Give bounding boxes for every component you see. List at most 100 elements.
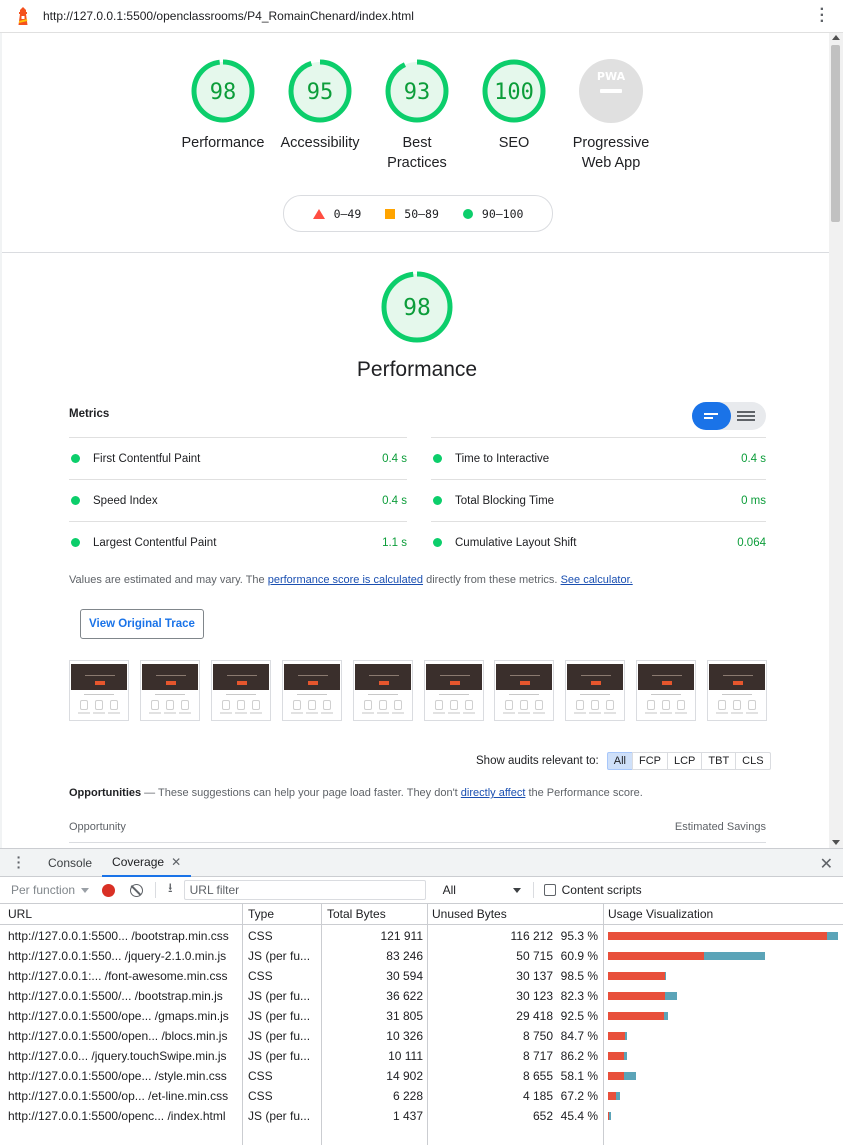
table-row[interactable]: http://127.0.0.1:5500/ope... /style.min.… <box>0 1066 843 1086</box>
square-icon <box>385 208 396 219</box>
filter-chip-tbt[interactable]: TBT <box>701 752 737 770</box>
usage-bar <box>608 932 838 940</box>
usage-bar-used <box>609 1112 611 1120</box>
type-filter-label: All <box>442 883 456 897</box>
opportunity-column: Opportunity <box>69 821 126 833</box>
category-label: Progressive Web App <box>572 135 650 171</box>
record-icon[interactable] <box>102 883 116 897</box>
header-url[interactable]: URL <box>8 907 32 921</box>
table-header: URL Type Total Bytes Unused Bytes Usage … <box>0 904 843 925</box>
note-text: Values are estimated and may vary. The <box>69 574 268 586</box>
score-calculated-link[interactable]: performance score is calculated <box>268 574 423 586</box>
tab-coverage[interactable]: Coverage ✕ <box>102 849 192 877</box>
coverage-mode-select[interactable]: Per function <box>11 883 90 897</box>
filmstrip-frame <box>140 660 200 721</box>
filter-chip-lcp[interactable]: LCP <box>666 752 703 770</box>
table-row[interactable]: http://127.0.0.1:5500... /bootstrap.min.… <box>0 926 843 946</box>
more-options-icon[interactable]: · · · <box>820 2 825 30</box>
drawer-menu-icon[interactable]: · · · <box>16 850 22 874</box>
category-gauge[interactable]: 100 SEO <box>464 58 564 153</box>
cell-url: http://127.0.0.1:5500/open... /blocs.min… <box>8 1029 228 1043</box>
content-scripts-checkbox[interactable] <box>543 884 556 896</box>
table-row[interactable]: http://127.0.0... /jquery.touchSwipe.min… <box>0 1046 843 1066</box>
compact-view-button[interactable] <box>692 402 731 430</box>
filmstrip <box>69 660 767 722</box>
filmstrip-frame <box>211 660 271 721</box>
usage-bar <box>608 1092 620 1100</box>
filmstrip-frame <box>494 660 554 721</box>
scroll-up-icon[interactable] <box>832 35 840 40</box>
usage-bar-unused <box>608 1072 625 1080</box>
scrollbar-thumb[interactable] <box>831 45 840 222</box>
metrics-heading: Metrics <box>69 408 110 420</box>
cell-unused-percent: 82.3 % <box>560 989 598 1003</box>
category-gauge[interactable]: 98 Performance <box>173 58 273 153</box>
address-bar: http://127.0.0.1:5500/openclassrooms/P4_… <box>0 0 843 33</box>
category-gauge[interactable]: PWA Progressive Web App <box>561 58 661 173</box>
filter-chip-all[interactable]: All <box>606 752 633 770</box>
usage-bar <box>608 1032 628 1040</box>
tab-console-label: Console <box>48 855 93 870</box>
scroll-down-icon[interactable] <box>832 840 840 845</box>
legend-average-label: 50–89 <box>404 206 439 221</box>
url-filter-input[interactable]: URL filter <box>183 880 426 900</box>
cell-unused: 8 717 <box>522 1049 553 1063</box>
see-calculator-link[interactable]: See calculator. <box>561 574 633 586</box>
metric-value: 1.1 s <box>382 536 407 549</box>
metric-row: Speed Index 0.4 s <box>69 479 407 521</box>
header-type[interactable]: Type <box>248 907 274 921</box>
table-row[interactable]: http://127.0.0.1:5500/open... /blocs.min… <box>0 1026 843 1046</box>
usage-bar <box>608 1052 628 1060</box>
close-tab-icon[interactable]: ✕ <box>171 855 181 869</box>
header-unused-bytes[interactable]: Unused Bytes <box>432 907 507 921</box>
usage-bar <box>608 992 678 1000</box>
score-ring: 93 <box>385 59 449 123</box>
tab-coverage-label: Coverage <box>112 854 165 869</box>
cell-unused-percent: 60.9 % <box>560 949 598 963</box>
filmstrip-frame <box>282 660 342 721</box>
cell-url: http://127.0.0.1:5500/... /bootstrap.min… <box>8 989 223 1003</box>
table-row[interactable]: http://127.0.0.1:550... /jquery-2.1.0.mi… <box>0 946 843 966</box>
cell-unused: 30 137 <box>516 969 553 983</box>
clear-icon[interactable] <box>130 883 144 897</box>
cell-unused-percent: 95.3 % <box>560 929 598 943</box>
metric-name: Cumulative Layout Shift <box>455 536 577 549</box>
export-icon[interactable]: ⭳ <box>168 879 173 901</box>
toolbar-separator <box>532 882 534 898</box>
category-gauge[interactable]: 95 Accessibility <box>270 58 370 153</box>
cell-unused: 4 185 <box>522 1089 553 1103</box>
metrics-view-toggle[interactable] <box>692 402 766 430</box>
usage-bar-used <box>703 952 766 960</box>
report-scrollbar[interactable] <box>829 33 843 848</box>
opportunities-dash: — <box>141 787 159 799</box>
table-row[interactable]: http://127.0.0.1:5500/ope... /gmaps.min.… <box>0 1006 843 1026</box>
pwa-badge: PWA <box>597 70 626 83</box>
metric-value: 0.4 s <box>382 452 407 465</box>
header-usage-visualization[interactable]: Usage Visualization <box>608 907 713 921</box>
tab-console[interactable]: Console <box>38 849 102 877</box>
cell-unused: 116 212 <box>510 929 554 943</box>
table-row[interactable]: http://127.0.0.1:5500/openc... /index.ht… <box>0 1106 843 1126</box>
table-row[interactable]: http://127.0.0.1:5500/... /bootstrap.min… <box>0 986 843 1006</box>
page-url[interactable]: http://127.0.0.1:5500/openclassrooms/P4_… <box>43 9 414 23</box>
table-row[interactable]: http://127.0.0.1:... /font-awesome.min.c… <box>0 966 843 986</box>
usage-bar-used <box>827 932 838 940</box>
close-drawer-icon[interactable]: ✕ <box>820 854 833 874</box>
category-score: 100 <box>494 80 534 105</box>
cell-total: 10 326 <box>386 1029 423 1043</box>
table-row[interactable]: http://127.0.0.1:5500/op... /et-line.min… <box>0 1086 843 1106</box>
directly-affect-link[interactable]: directly affect <box>461 787 526 799</box>
filter-chip-fcp[interactable]: FCP <box>631 752 668 770</box>
metric-name: Speed Index <box>93 494 158 507</box>
cell-type: JS (per fu... <box>248 1049 311 1063</box>
cell-type: JS (per fu... <box>248 989 311 1003</box>
view-original-trace-button[interactable]: View Original Trace <box>80 609 204 639</box>
category-gauge[interactable]: 93 Best Practices <box>367 58 467 173</box>
header-total-bytes[interactable]: Total Bytes <box>327 907 386 921</box>
usage-bar <box>608 1072 637 1080</box>
performance-score-ring: 98 <box>381 271 453 343</box>
filter-chip-cls[interactable]: CLS <box>735 752 771 770</box>
type-filter-select[interactable]: All <box>443 883 521 897</box>
pass-circle-icon <box>433 496 442 505</box>
audit-filter-chips: All FCP LCP TBT CLS <box>606 752 771 770</box>
